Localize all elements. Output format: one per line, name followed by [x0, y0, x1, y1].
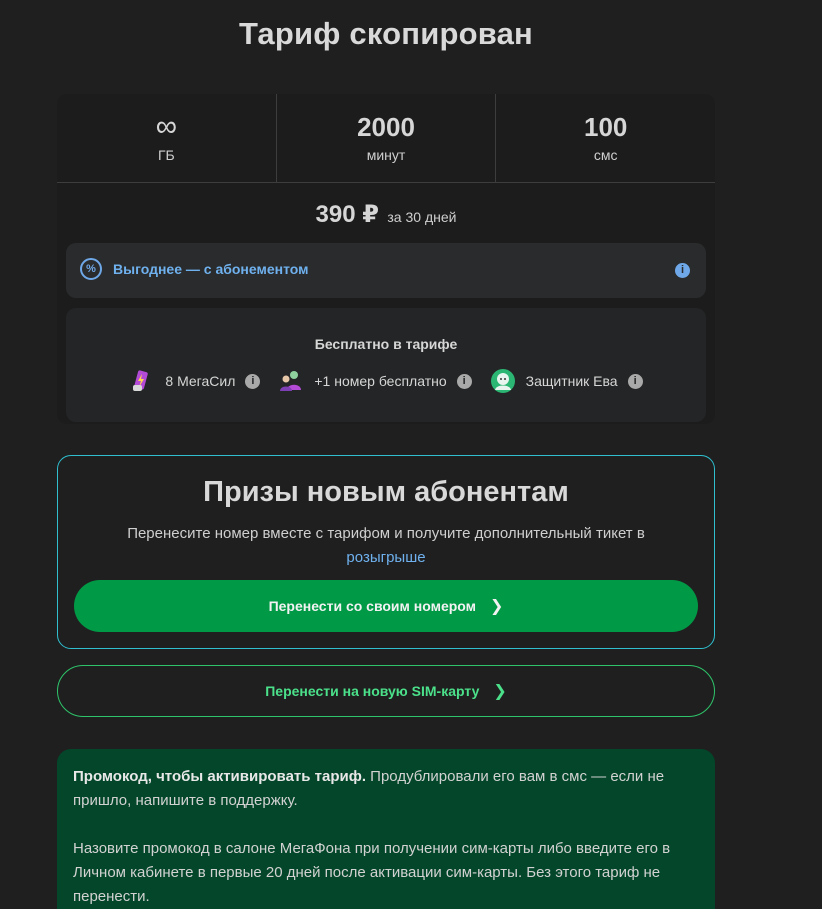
- page: Тариф скопирован ∞ ГБ 2000 минут 100 смс…: [0, 0, 822, 909]
- promo-code-info: Промокод, чтобы активировать тариф. Прод…: [57, 749, 715, 909]
- free-item-extra-number: +1 номер бесплатно i: [278, 368, 472, 394]
- promo-text: Выгоднее — с абонементом: [113, 261, 309, 277]
- stat-value: 2000: [357, 112, 415, 142]
- info-icon[interactable]: i: [456, 373, 472, 389]
- info-icon[interactable]: i: [627, 373, 643, 389]
- stat-sms: 100 смс: [495, 94, 715, 182]
- info-icon[interactable]: i: [675, 263, 690, 278]
- percent-icon: %: [80, 258, 102, 280]
- info-icon[interactable]: i: [245, 373, 261, 389]
- info-bold: Промокод, чтобы активировать тариф.: [73, 768, 367, 785]
- free-item-label: 8 МегаСил: [165, 373, 236, 389]
- info-paragraph: Промокод, чтобы активировать тариф. Прод…: [73, 765, 683, 813]
- stat-unit: смс: [593, 147, 618, 163]
- free-item-eva: Защитник Ева i: [490, 368, 643, 394]
- stat-value: 100: [583, 112, 628, 142]
- infinity-icon: ∞: [155, 110, 178, 143]
- chevron-right-icon: ❯: [490, 598, 504, 615]
- eva-avatar-icon: [490, 369, 515, 393]
- tariff-stats: ∞ ГБ 2000 минут 100 смс: [57, 94, 715, 183]
- prizes-card: Призы новым абонентам Перенесите номер в…: [57, 455, 715, 649]
- raffle-link[interactable]: розыгрыше: [346, 549, 425, 566]
- chevron-right-icon: ❯: [493, 683, 507, 700]
- users-icon: [280, 371, 302, 391]
- free-item-label: Защитник Ева: [525, 373, 618, 389]
- price-row: 390 ₽ за 30 дней: [57, 200, 715, 229]
- page-title: Тариф скопирован: [239, 16, 533, 51]
- subscription-promo[interactable]: % Выгоднее — с абонементом i: [66, 243, 706, 298]
- stat-internet: ∞ ГБ: [57, 94, 276, 182]
- free-title: Бесплатно в тарифе: [314, 336, 458, 352]
- free-item-label: +1 номер бесплатно: [314, 373, 447, 389]
- transfer-new-sim-button[interactable]: Перенести на новую SIM-карту ❯: [57, 665, 715, 717]
- free-item-megasil: 8 МегаСил i: [129, 368, 261, 394]
- stat-minutes: 2000 минут: [275, 94, 496, 182]
- free-items: 8 МегаСил i +1 номер бесплатно i Защитни…: [66, 368, 706, 394]
- transfer-with-number-button[interactable]: Перенести со своим номером ❯: [74, 580, 698, 632]
- price-amount: 390 ₽: [315, 201, 379, 228]
- tariff-card: ∞ ГБ 2000 минут 100 смс 390 ₽ за 30 дней…: [57, 94, 715, 424]
- prizes-desc-text: Перенесите номер вместе с тарифом и полу…: [127, 525, 645, 542]
- stat-unit: ГБ: [157, 147, 175, 163]
- button-label: Перенести на новую SIM-карту: [265, 683, 480, 699]
- info-paragraph: Назовите промокод в салоне МегаФона при …: [73, 840, 671, 905]
- megasil-icon: [133, 370, 149, 391]
- price-period: за 30 дней: [387, 209, 457, 225]
- prizes-title: Призы новым абонентам: [203, 476, 569, 508]
- prizes-description: Перенесите номер вместе с тарифом и полу…: [118, 522, 654, 570]
- stat-unit: минут: [366, 147, 406, 163]
- info-text: Промокод, чтобы активировать тариф. Прод…: [73, 765, 683, 909]
- button-label: Перенести со своим номером: [268, 598, 477, 614]
- free-in-tariff: Бесплатно в тарифе 8 МегаСил i +1 номер …: [66, 308, 706, 422]
